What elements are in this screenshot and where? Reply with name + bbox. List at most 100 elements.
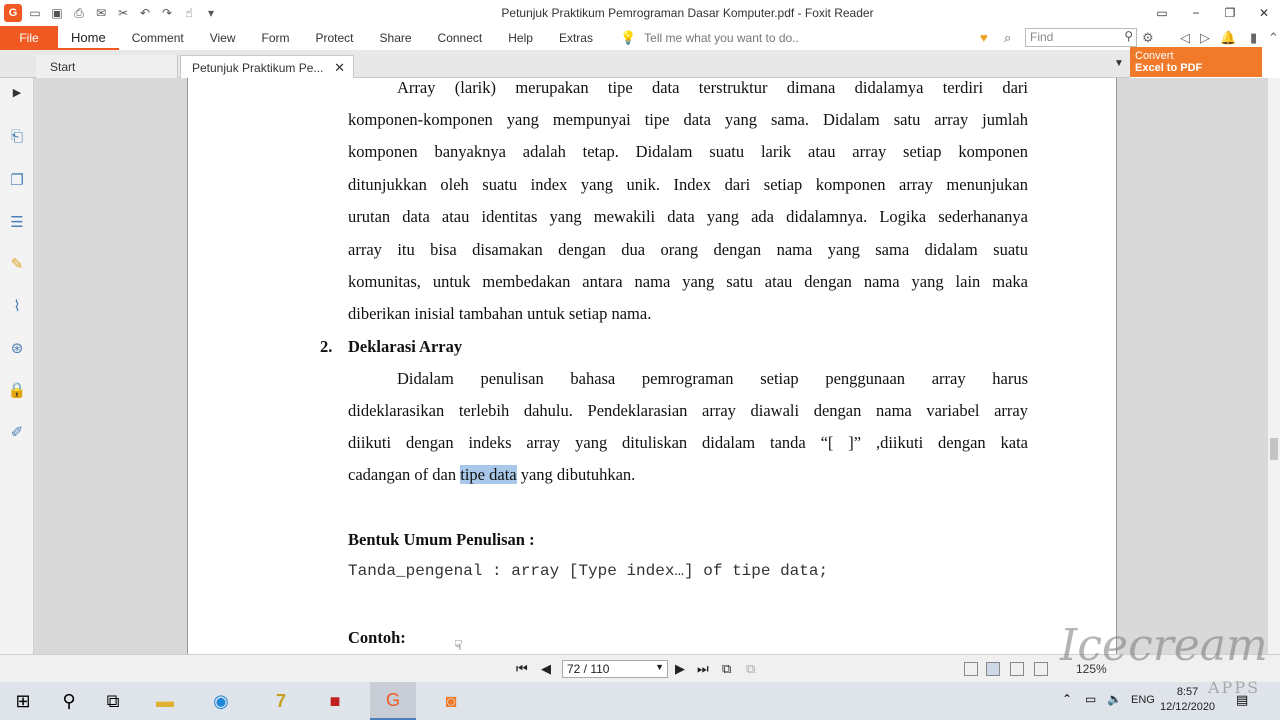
lightbulb-icon: 💡 (619, 30, 637, 45)
tab-share[interactable]: Share (367, 26, 425, 50)
restore-ribbon-icon[interactable]: ▭ (1146, 0, 1178, 26)
page-number-input[interactable]: 72 / 110 ▼ (562, 660, 668, 678)
selected-text-highlight[interactable]: tipe data (460, 465, 517, 484)
previous-view-icon[interactable]: ⧉ (722, 661, 731, 677)
search-icon[interactable]: ⚲ (46, 682, 92, 720)
ribbon-tabs: File Home Comment View Form Protect Shar… (0, 26, 1280, 50)
tab-connect[interactable]: Connect (425, 26, 496, 50)
user-account-icon[interactable]: ▮ (1250, 30, 1257, 46)
edge-browser-icon[interactable]: ◉ (198, 682, 244, 720)
previous-page-icon[interactable]: ◀ (541, 661, 551, 677)
back-arrow-icon[interactable]: ◁ (1180, 30, 1190, 46)
status-bar: ⏮ ◀ 72 / 110 ▼ ▶ ⏭ ⧉ ⧉ 125% (0, 654, 1280, 682)
para2-text-after: yang dibutuhkan. (516, 465, 636, 484)
para2-text-before: cadangan of dan (348, 465, 461, 484)
tab-document[interactable]: Petunjuk Praktikum Pe... ✕ (180, 55, 354, 78)
lingo-app-icon[interactable]: ■ (312, 682, 358, 720)
tab-protect[interactable]: Protect (303, 26, 367, 50)
facing-view-icon[interactable] (1010, 662, 1024, 676)
last-page-icon[interactable]: ⏭ (697, 661, 709, 677)
recorder-app-icon[interactable]: ◙ (428, 682, 474, 720)
scrollbar-thumb[interactable] (1270, 438, 1278, 460)
window-title: Petunjuk Praktikum Pemrograman Dasar Kom… (501, 6, 874, 20)
tell-me-box[interactable]: 💡 Tell me what you want to do.. (620, 26, 799, 50)
notification-bell-icon[interactable]: 🔔 (1220, 30, 1236, 46)
tab-view[interactable]: View (197, 26, 249, 50)
pages-icon[interactable]: ❐ (7, 170, 27, 190)
tab-extras[interactable]: Extras (546, 26, 606, 50)
settings-gear-icon[interactable]: ⚙ (1142, 30, 1154, 46)
close-tab-icon[interactable]: ✕ (334, 60, 345, 76)
section-number: 2. (320, 337, 333, 356)
tab-home[interactable]: Home (58, 26, 119, 50)
heart-icon[interactable]: ♥ (980, 30, 988, 45)
search-icon[interactable]: ⚲ (1124, 29, 1133, 43)
file-tab[interactable]: File (0, 26, 58, 50)
comments-icon[interactable]: ✎ (7, 254, 27, 274)
layers-icon[interactable]: ☰ (7, 212, 27, 232)
navigation-sidebar: ▶ ⎗ ❐ ☰ ✎ ⌇ ⊛ 🔒 ✐ (0, 78, 34, 654)
page-dropdown-icon[interactable]: ▼ (655, 662, 664, 672)
system-clock[interactable]: 8:57 12/12/2020 (1160, 685, 1215, 715)
section-title: Deklarasi Array (348, 337, 463, 356)
first-page-icon[interactable]: ⏮ (516, 661, 528, 677)
bookmarks-icon[interactable]: ⎗ (7, 126, 27, 146)
windows-start-icon[interactable]: ⊞ (0, 682, 46, 720)
example-heading: Contoh: (348, 628, 406, 647)
continuous-view-icon[interactable] (986, 662, 1000, 676)
foxit-reader-taskbar-icon[interactable]: G (370, 682, 416, 720)
language-indicator[interactable]: ENG (1131, 694, 1155, 706)
close-button[interactable]: ✕ (1248, 0, 1280, 26)
convert-line2: Excel to PDF (1135, 62, 1203, 74)
action-center-icon[interactable]: ▤ (1236, 692, 1248, 708)
security-lock-icon[interactable]: 🔒 (7, 380, 27, 400)
tab-document-label: Petunjuk Praktikum Pe... (192, 61, 324, 75)
tab-form[interactable]: Form (249, 26, 303, 50)
convert-excel-to-pdf-button[interactable]: Convert Excel to PDF (1130, 47, 1262, 77)
find-placeholder: Find (1030, 30, 1054, 44)
clock-date: 12/12/2020 (1160, 701, 1216, 713)
windows-taskbar: ⊞ ⚲ ⧉ ▬ ◉ 7 ■ G ◙ ⌃ ▭ 🔈 ENG 8:57 12/12/2… (0, 682, 1280, 720)
para1-line: komponen-komponen yang mempunyai tipe da… (348, 110, 1028, 129)
tab-start[interactable]: Start (36, 55, 178, 78)
para1-line: array itu bisa disamakan dengan dua oran… (348, 240, 1028, 259)
task-view-icon[interactable]: ⧉ (90, 682, 136, 720)
volume-icon[interactable]: 🔈 (1107, 692, 1122, 706)
tab-comment[interactable]: Comment (119, 26, 197, 50)
find-input[interactable]: Find ⚲ (1025, 28, 1137, 47)
page-indicator: 72 / 110 (567, 662, 610, 676)
para2-line: Didalam penulisan bahasa pemrograman set… (397, 369, 1028, 388)
content-tools-icon[interactable]: ✐ (7, 422, 27, 442)
para1-line: komponen banyaknya adalah tetap. Didalam… (348, 142, 1028, 161)
para1-line: Array (larik) merupakan tipe data terstr… (397, 78, 1028, 97)
minimize-button[interactable]: − (1180, 0, 1212, 26)
digital-signature-icon[interactable]: ⊛ (7, 338, 27, 358)
expand-panel-icon[interactable]: ▶ (7, 82, 27, 102)
hand-cursor-icon: ☟ (454, 638, 463, 654)
pdf-page: Array (larik) merupakan tipe data terstr… (187, 78, 1117, 654)
delphi-app-icon[interactable]: 7 (258, 682, 304, 720)
forward-arrow-icon[interactable]: ▷ (1200, 30, 1210, 46)
next-page-icon[interactable]: ▶ (675, 661, 685, 677)
para1-line: ditunjukkan oleh suatu index yang unik. … (348, 175, 1028, 194)
code-syntax-line: Tanda_pengenal : array [Type index…] of … (348, 562, 829, 580)
next-view-icon[interactable]: ⧉ (746, 661, 755, 677)
general-form-heading: Bentuk Umum Penulisan : (348, 530, 535, 549)
network-icon[interactable]: ▭ (1085, 692, 1096, 706)
para1-line: komunitas, untuk membedakan antara nama … (348, 272, 1028, 291)
para1-line: urutan data atau identitas yang mewakili… (348, 207, 1028, 226)
ribbon-toggle-icon[interactable]: ⌃ (1268, 30, 1279, 46)
document-tab-bar: Start Petunjuk Praktikum Pe... ✕ ▼ (0, 50, 1130, 78)
zoom-level[interactable]: 125% (1076, 662, 1107, 676)
document-viewer[interactable]: Array (larik) merupakan tipe data terstr… (34, 78, 1268, 654)
continuous-facing-view-icon[interactable] (1034, 662, 1048, 676)
tab-help[interactable]: Help (495, 26, 546, 50)
tab-list-dropdown-icon[interactable]: ▼ (1114, 58, 1124, 69)
vertical-scrollbar[interactable] (1268, 78, 1280, 654)
attachments-icon[interactable]: ⌇ (7, 296, 27, 316)
single-page-view-icon[interactable] (964, 662, 978, 676)
tray-overflow-icon[interactable]: ⌃ (1062, 692, 1072, 706)
find-options-icon[interactable]: ⌕ (1004, 30, 1011, 46)
maximize-button[interactable]: ❐ (1214, 0, 1246, 26)
file-explorer-icon[interactable]: ▬ (142, 682, 188, 720)
